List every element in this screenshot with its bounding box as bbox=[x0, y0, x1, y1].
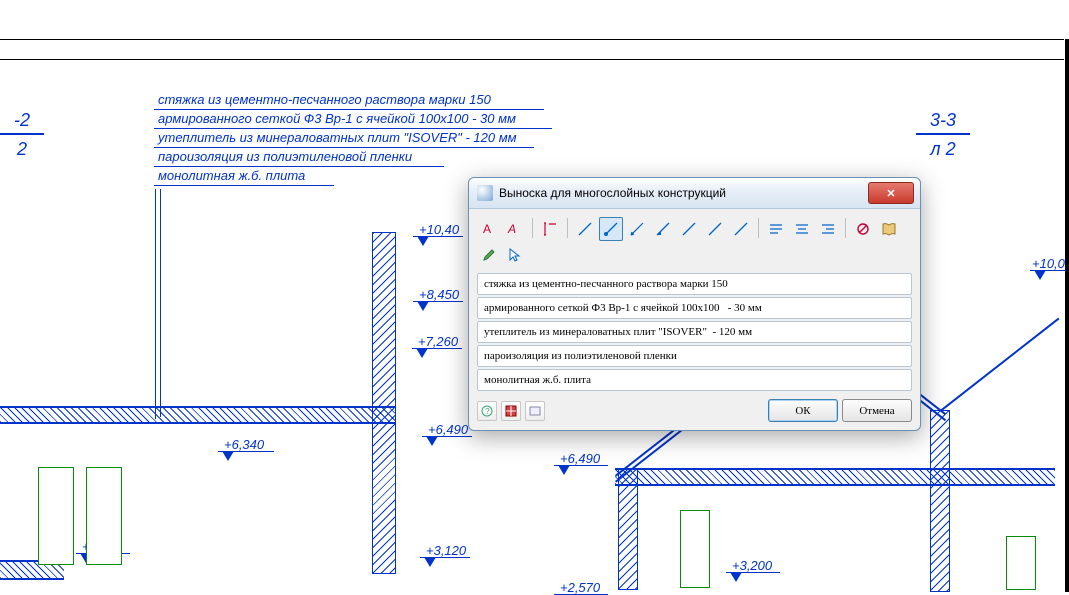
elevation-mark: +8,450 bbox=[413, 287, 453, 302]
layer-input-3[interactable] bbox=[477, 321, 912, 343]
arrow6-icon[interactable] bbox=[703, 217, 727, 241]
wall bbox=[930, 410, 950, 592]
note-underline bbox=[154, 109, 544, 110]
dialog-title: Выноска для многослойных конструкций bbox=[499, 186, 868, 200]
gost-icon[interactable] bbox=[525, 401, 545, 421]
cursor-icon[interactable] bbox=[503, 243, 527, 267]
opening-rect bbox=[1006, 536, 1036, 590]
svg-text:A: A bbox=[483, 222, 491, 236]
arrow5-icon[interactable] bbox=[677, 217, 701, 241]
font-a-icon[interactable]: A bbox=[477, 217, 501, 241]
leader-note: пароизоляция из полиэтиленовой пленки bbox=[156, 149, 414, 164]
section-label-right: 3-3 л 2 bbox=[916, 110, 970, 160]
elevation-mark: +7,260 bbox=[412, 334, 452, 349]
elevation-mark: +3,200 bbox=[726, 558, 766, 573]
dialog-toolbar: A A bbox=[477, 215, 912, 273]
elevation-mark: +3,120 bbox=[420, 543, 460, 558]
leader-dialog: Выноска для многослойных конструкций ✕ A… bbox=[468, 177, 921, 431]
frame-edge bbox=[1065, 39, 1069, 592]
app-icon bbox=[477, 185, 493, 201]
leader-note: утеплитель из минераловатных плит "ISOVE… bbox=[156, 130, 519, 145]
wall bbox=[372, 232, 396, 574]
leader-line bbox=[155, 189, 156, 419]
arrow4-icon[interactable] bbox=[651, 217, 675, 241]
leader-note: монолитная ж.б. плита bbox=[156, 168, 307, 183]
section-label-left: -2 2 bbox=[0, 110, 44, 160]
book-icon[interactable] bbox=[877, 217, 901, 241]
frame-line bbox=[0, 59, 1064, 60]
elevation-mark: +10,0 bbox=[1030, 256, 1063, 271]
slab-hatch bbox=[615, 468, 1055, 486]
opening-rect bbox=[86, 467, 122, 565]
cancel-button[interactable]: Отмена bbox=[842, 399, 912, 422]
arrow3-icon[interactable] bbox=[625, 217, 649, 241]
align2-icon[interactable] bbox=[790, 217, 814, 241]
elevation-mark: +6,490 bbox=[554, 451, 594, 466]
height-icon[interactable] bbox=[538, 217, 562, 241]
opening-rect bbox=[38, 467, 74, 565]
elevation-mark: +6,490 bbox=[422, 422, 462, 437]
svg-text:A: A bbox=[507, 222, 516, 236]
elevation-mark: +6,340 bbox=[218, 437, 258, 452]
brush-icon[interactable] bbox=[477, 243, 501, 267]
opening-rect bbox=[680, 510, 710, 588]
close-button[interactable]: ✕ bbox=[868, 182, 914, 204]
frame-line bbox=[0, 39, 1064, 40]
note-underline bbox=[154, 185, 334, 186]
align1-icon[interactable] bbox=[764, 217, 788, 241]
note-underline bbox=[154, 166, 444, 167]
leader-note: армированного сеткой Ф3 Вр-1 с ячейкой 1… bbox=[156, 111, 518, 126]
leader-note: стяжка из цементно-песчанного раствора м… bbox=[156, 92, 493, 107]
font-a2-icon[interactable]: A bbox=[503, 217, 527, 241]
arrow7-icon[interactable] bbox=[729, 217, 753, 241]
cad-canvas[interactable]: -2 2 3-3 л 2 стяжка из цементно-песчанно… bbox=[0, 0, 1069, 592]
elevation-mark: +10,40 bbox=[413, 222, 453, 237]
help-icon[interactable]: ? bbox=[477, 401, 497, 421]
ok-button[interactable]: ОК bbox=[768, 399, 838, 422]
arrow1-icon[interactable] bbox=[573, 217, 597, 241]
elevation-mark: +2,570 bbox=[554, 580, 594, 595]
grid-icon[interactable] bbox=[501, 401, 521, 421]
arrow2-icon[interactable] bbox=[599, 217, 623, 241]
layer-input-5[interactable] bbox=[477, 369, 912, 391]
layer-input-4[interactable] bbox=[477, 345, 912, 367]
note-underline bbox=[154, 147, 534, 148]
layer-input-1[interactable] bbox=[477, 273, 912, 295]
svg-text:?: ? bbox=[485, 407, 490, 416]
layer-input-2[interactable] bbox=[477, 297, 912, 319]
roof-line bbox=[940, 318, 1059, 412]
dialog-titlebar[interactable]: Выноска для многослойных конструкций ✕ bbox=[469, 178, 920, 209]
align3-icon[interactable] bbox=[816, 217, 840, 241]
leader-line bbox=[160, 189, 161, 417]
wall bbox=[618, 468, 638, 590]
note-underline bbox=[154, 128, 552, 129]
slab-hatch bbox=[0, 406, 395, 424]
none-icon[interactable] bbox=[851, 217, 875, 241]
